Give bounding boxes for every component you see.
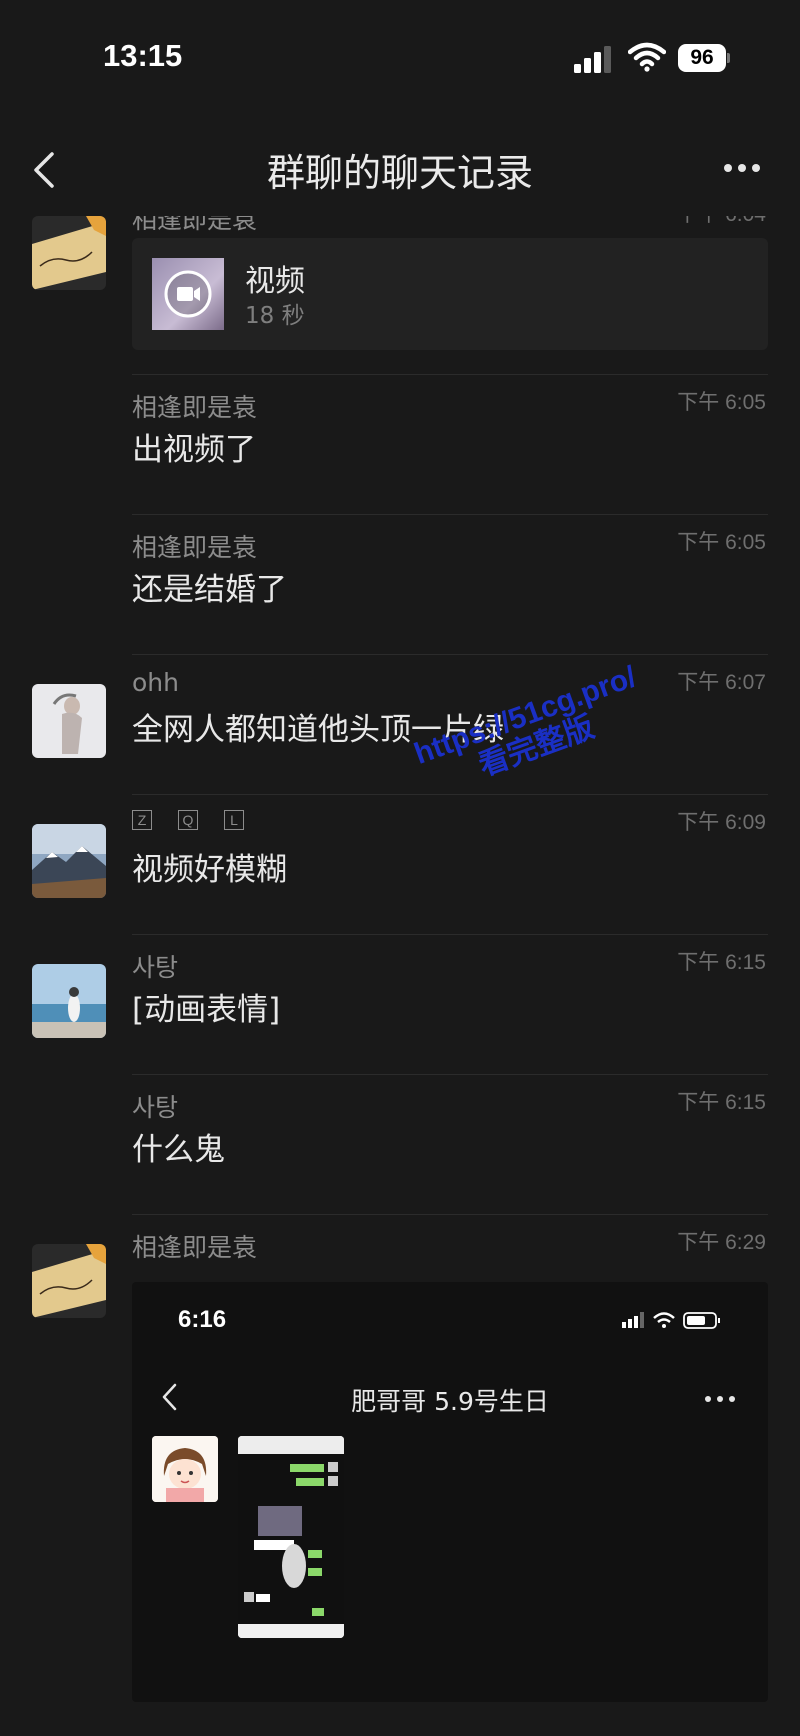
video-card[interactable]: 视频 18 秒 — [132, 238, 768, 350]
video-duration: 18 秒 — [245, 303, 305, 329]
message-list[interactable]: 相逢即是袁 下午 6:04 视频 18 秒 相逢即是袁 下午 6:05 出视频了… — [0, 216, 800, 1736]
avatar-card-image — [32, 1244, 106, 1318]
wifi-icon — [628, 42, 666, 72]
sender-letter: Z — [132, 810, 152, 830]
video-title: 视频 — [245, 264, 305, 299]
avatar-mountain-image — [32, 824, 106, 898]
avatar[interactable] — [32, 1244, 106, 1318]
battery-icon: 96 — [678, 44, 730, 74]
screenshot-avatar — [152, 1436, 218, 1502]
battery-level: 96 — [678, 44, 726, 72]
page-title: 群聊的聊天记录 — [266, 151, 533, 195]
status-time: 13:15 — [103, 38, 183, 73]
message-time: 下午 6:05 — [677, 531, 766, 554]
message-time: 下午 6:07 — [677, 671, 766, 694]
status-bar: 13:15 96 — [0, 0, 800, 120]
avatar[interactable] — [32, 964, 106, 1038]
message-time: 下午 6:09 — [677, 811, 766, 834]
message-time: 下午 6:15 — [677, 951, 766, 974]
divider — [132, 654, 768, 655]
cartoon-girl-icon — [152, 1436, 218, 1502]
divider — [132, 934, 768, 935]
sender-name: 사탕 — [132, 953, 179, 982]
sender-name: 相逢即是袁 — [132, 1233, 258, 1262]
message-text: 什么鬼 — [132, 1132, 225, 1168]
divider — [132, 514, 768, 515]
message-text: [动画表情] — [132, 992, 281, 1028]
nav-bar: 群聊的聊天记录 — [0, 120, 800, 216]
screenshot-image[interactable]: 6:16 肥哥哥 5.9号生日 — [132, 1282, 768, 1702]
sender-name: 相逢即是袁 — [132, 533, 258, 562]
avatar[interactable] — [32, 684, 106, 758]
divider — [132, 374, 768, 375]
message-time: 下午 6:15 — [677, 1091, 766, 1114]
screenshot-time: 6:16 — [178, 1306, 227, 1333]
video-camera-icon — [164, 270, 212, 318]
signal-icon — [574, 46, 611, 73]
avatar-card-image — [32, 216, 106, 290]
sender-name: Z Q L — [132, 810, 244, 830]
avatar[interactable] — [32, 824, 106, 898]
sender-name: 사탕 — [132, 1093, 179, 1122]
sender-letter: Q — [178, 810, 198, 830]
sender-letter: L — [224, 810, 244, 830]
avatar-figure-image — [32, 684, 106, 758]
message-time: 下午 6:04 — [677, 216, 766, 228]
message-text: 视频好模糊 — [132, 852, 287, 888]
message-time: 下午 6:29 — [677, 1231, 766, 1254]
divider — [132, 1074, 768, 1075]
message-text: 还是结婚了 — [132, 572, 287, 608]
divider — [132, 1214, 768, 1215]
chat-screenshot-thumbnail — [238, 1436, 344, 1638]
sender-name: 相逢即是袁 — [132, 216, 258, 234]
video-thumbnail — [152, 258, 224, 330]
message-time: 下午 6:05 — [677, 391, 766, 414]
more-icon[interactable] — [722, 162, 762, 174]
battery-tip — [727, 53, 730, 63]
screenshot-title: 肥哥哥 5.9号生日 — [351, 1387, 549, 1416]
sender-name: ohh — [132, 668, 179, 697]
sender-name: 相逢即是袁 — [132, 393, 258, 422]
avatar[interactable] — [32, 216, 106, 290]
nested-screenshot-image — [238, 1436, 344, 1638]
screenshot-status-icons — [622, 1312, 720, 1329]
avatar-beach-image — [32, 964, 106, 1038]
message-text: 出视频了 — [132, 432, 256, 468]
more-icon — [705, 1396, 735, 1402]
